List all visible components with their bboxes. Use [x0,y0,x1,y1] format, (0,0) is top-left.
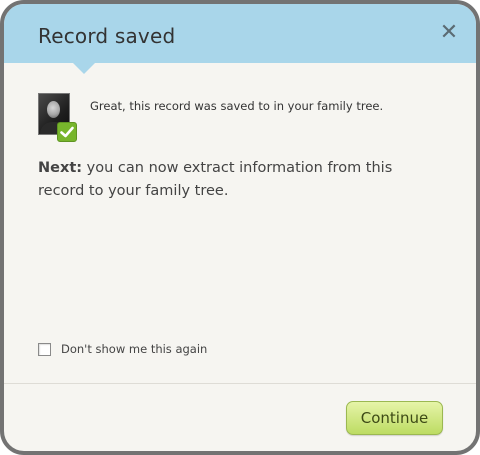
header-pointer [73,63,95,74]
dont-show-label[interactable]: Don't show me this again [61,342,207,356]
footer-divider [4,383,476,384]
portrait-face [47,101,60,118]
continue-button[interactable]: Continue [346,401,443,435]
record-saved-dialog: Record saved ✕ Great, this record was sa… [0,0,480,455]
next-body: you can now extract information from thi… [38,160,393,199]
saved-message: Great, this record was saved to in your … [90,99,384,113]
dont-show-checkbox[interactable] [38,342,51,356]
next-label: Next: [38,160,83,176]
checkmark-badge-icon [57,122,77,142]
next-instructions: Next: you can now extract information fr… [38,157,438,203]
checkmark-icon [60,126,74,138]
close-icon[interactable]: ✕ [438,22,460,44]
dialog-header: Record saved ✕ [4,4,476,63]
dont-show-row: Don't show me this again [38,342,207,356]
dialog-title: Record saved [38,24,176,48]
